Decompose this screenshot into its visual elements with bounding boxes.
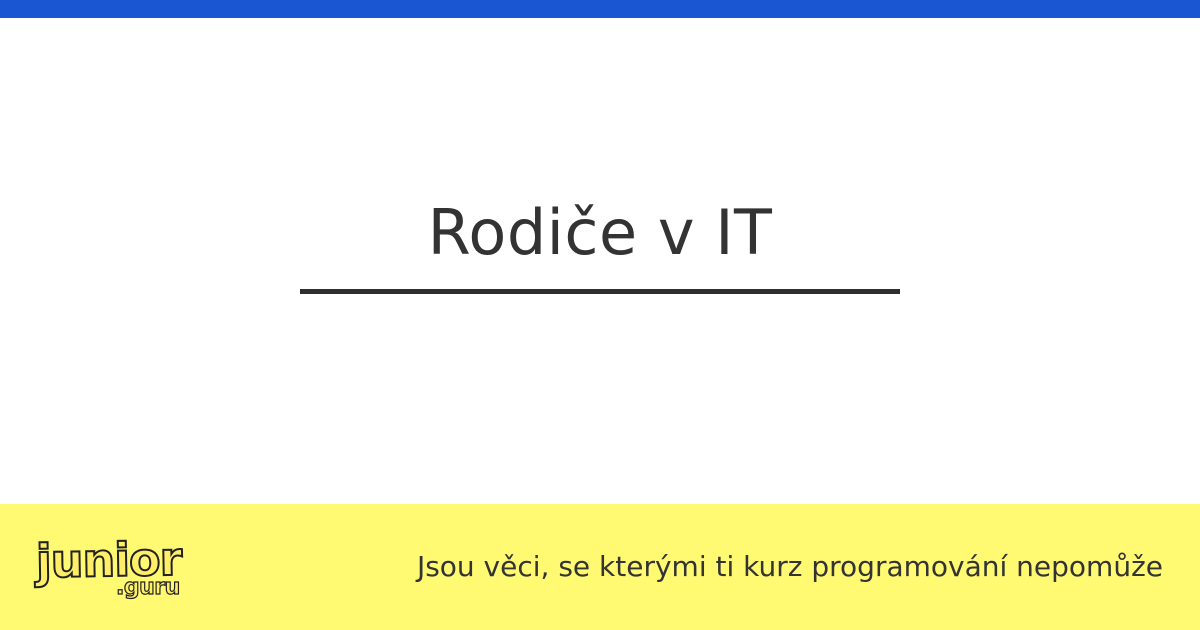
title-underline [300, 289, 900, 294]
page-title: Rodiče v IT [427, 196, 773, 269]
tagline: Jsou věci, se kterými ti kurz programová… [416, 550, 1163, 583]
title-area: Rodiče v IT [0, 18, 1200, 504]
logo-suffix: .guru [115, 574, 180, 600]
footer-banner: junior .guru Jsou věci, se kterými ti ku… [0, 504, 1200, 630]
top-accent-bar [0, 0, 1200, 18]
junior-guru-logo[interactable]: junior .guru [35, 531, 196, 602]
